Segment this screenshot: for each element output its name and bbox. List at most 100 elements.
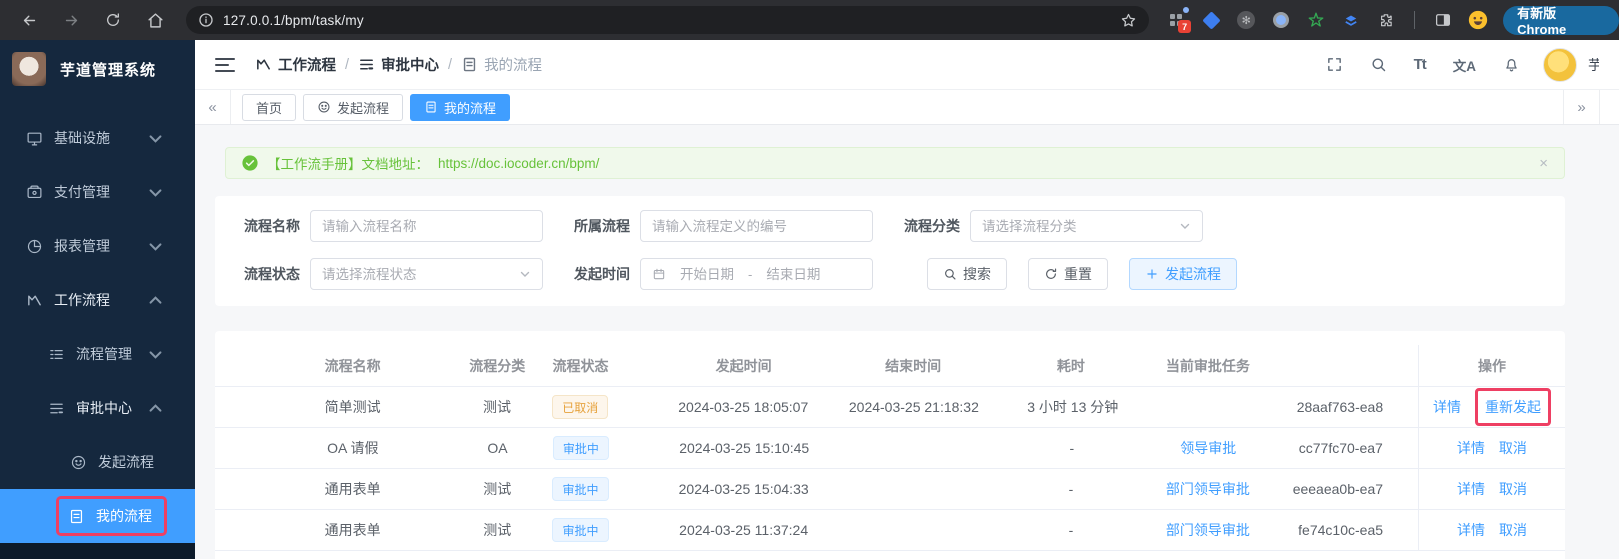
extension-pinwheel-icon[interactable]: ✻ (1235, 9, 1257, 31)
sidebar-item-workflow[interactable]: 工作流程 (0, 273, 195, 327)
cancel-link[interactable]: 取消 (1499, 520, 1527, 540)
current-task-link[interactable]: 部门领导审批 (1166, 520, 1250, 540)
start-date-input[interactable] (672, 266, 742, 282)
fullscreen-icon[interactable] (1326, 56, 1343, 73)
create-process-button[interactable]: 发起流程 (1129, 258, 1237, 290)
current-task-link[interactable]: 部门领导审批 (1166, 479, 1250, 499)
header-process-name: 流程名称 (324, 357, 381, 374)
cancel-link[interactable]: 取消 (1499, 479, 1527, 499)
cell-duration: - (1068, 522, 1074, 538)
process-category-label: 流程分类 (904, 218, 960, 234)
sidebar-item-start-process[interactable]: 发起流程 (0, 435, 195, 489)
extension-circle-icon[interactable] (1270, 9, 1292, 31)
home-icon[interactable] (138, 3, 172, 37)
font-size-icon[interactable]: Tt (1414, 56, 1427, 73)
cell-category: 测试 (483, 481, 512, 497)
close-icon[interactable]: × (1539, 155, 1548, 172)
site-info-icon[interactable] (198, 12, 214, 28)
workflow-icon (28, 295, 41, 305)
browser-toolbar: 127.0.0.1/bpm/task/my 7 ✻ 有新版 Chrome (0, 0, 1619, 40)
extension-layers-icon[interactable] (1340, 9, 1362, 31)
process-status-select[interactable] (310, 258, 543, 290)
alert-doc-link[interactable]: https://doc.iocoder.cn/bpm/ (438, 156, 599, 171)
tab-start-process[interactable]: 发起流程 (303, 93, 404, 121)
sidebar-item-process-management[interactable]: 流程管理 (0, 327, 195, 381)
alert-text: 【工作流手册】文档地址： (267, 157, 429, 172)
status-badge: 审批中 (552, 477, 609, 501)
breadcrumb-separator: / (448, 56, 453, 73)
smiley-icon (71, 455, 86, 469)
tab-home[interactable]: 首页 (242, 93, 297, 121)
cell-process-name: 简单测试 (324, 399, 381, 415)
search-button[interactable]: 搜索 (927, 258, 1007, 290)
app-title: 芋道管理系统 (60, 61, 157, 79)
detail-link[interactable]: 详情 (1457, 438, 1485, 458)
list-settings-icon (50, 349, 63, 359)
detail-link[interactable]: 详情 (1433, 397, 1461, 417)
breadcrumb: 工作流程 / 审批中心 / 我的流程 (255, 54, 542, 75)
process-definition-label: 所属流程 (574, 218, 630, 234)
reload-icon[interactable] (96, 3, 130, 37)
profile-emoji-icon[interactable] (1467, 9, 1489, 31)
document-icon (70, 509, 83, 523)
url-text[interactable]: 127.0.0.1/bpm/task/my (223, 13, 1111, 28)
date-separator: - (748, 266, 753, 282)
current-task-link[interactable]: 领导审批 (1180, 438, 1236, 458)
cell-category: OA (487, 440, 508, 456)
side-panel-icon[interactable] (1432, 9, 1454, 31)
doc-alert-banner: 【工作流手册】文档地址： https://doc.iocoder.cn/bpm/… (225, 147, 1565, 179)
end-date-input[interactable] (758, 266, 829, 282)
app-logo[interactable]: 芋道管理系统 (0, 40, 195, 98)
process-definition-input[interactable] (652, 218, 861, 234)
bookmark-star-icon[interactable] (1120, 12, 1137, 29)
header-status: 流程状态 (552, 357, 609, 374)
extension-kite-icon[interactable] (1200, 9, 1222, 31)
extension-star-icon[interactable] (1305, 9, 1327, 31)
cell-end-time: 2024-03-25 21:18:32 (848, 399, 979, 415)
translate-icon[interactable]: 文A (1453, 55, 1476, 75)
cell-start-time: 2024-03-25 11:37:24 (679, 522, 809, 538)
extensions-puzzle-icon[interactable] (1375, 9, 1397, 31)
tabs-scroll-left-icon[interactable]: « (195, 90, 231, 124)
username-text: 芋 (1588, 56, 1599, 73)
sidebar-menu: 基础设施 支付管理 报表管理 工作流程 流程管理 审批中心 发起流程 我的流程 (0, 111, 195, 543)
sidebar-item-report[interactable]: 报表管理 (0, 219, 195, 273)
tab-my-process[interactable]: 我的流程 (410, 93, 511, 121)
search-icon[interactable] (1370, 56, 1387, 73)
relaunch-link annotation-box[interactable]: 重新发起 (1475, 388, 1552, 426)
breadcrumb-approval-center[interactable]: 审批中心 (358, 54, 439, 75)
approval-stack-icon (360, 59, 374, 70)
process-category-select[interactable] (970, 210, 1203, 242)
extension-badge-icon[interactable]: 7 (1165, 7, 1192, 33)
cell-process-name: 通用表单 (324, 522, 381, 538)
process-table: 流程名称 流程分类 流程状态 发起时间 结束时间 耗时 当前审批任务 操作 简单… (215, 331, 1565, 559)
process-name-input[interactable] (322, 218, 531, 234)
tabs-more-button[interactable] (1599, 90, 1619, 124)
collapse-menu-icon[interactable] (215, 57, 235, 72)
breadcrumb-workflow[interactable]: 工作流程 (255, 54, 336, 75)
detail-link[interactable]: 详情 (1457, 479, 1485, 499)
detail-link[interactable]: 详情 (1457, 520, 1485, 540)
sidebar-item-my-process[interactable]: 我的流程 (0, 489, 195, 543)
process-name-label: 流程名称 (244, 218, 300, 234)
tabs-scroll-right-icon[interactable]: » (1563, 90, 1599, 124)
chrome-update-button[interactable]: 有新版 Chrome (1503, 5, 1619, 37)
cancel-link[interactable]: 取消 (1499, 438, 1527, 458)
process-status-label: 流程状态 (244, 266, 300, 282)
cell-category: 测试 (483, 399, 511, 415)
table-row: OA 请假 OA 审批中 2024-03-25 15:10:45 - 领导审批 … (215, 428, 1565, 469)
sidebar-item-infrastructure[interactable]: 基础设施 (0, 111, 195, 165)
address-bar[interactable]: 127.0.0.1/bpm/task/my (186, 6, 1150, 34)
sidebar-item-payment[interactable]: 支付管理 (0, 165, 195, 219)
notification-bell-icon[interactable] (1503, 56, 1520, 73)
forward-icon[interactable] (54, 3, 88, 37)
magnifier-icon (945, 269, 956, 280)
header-actions: 操作 (1418, 345, 1565, 386)
table-header-row: 流程名称 流程分类 流程状态 发起时间 结束时间 耗时 当前审批任务 操作 (215, 345, 1565, 387)
date-range-picker[interactable]: - (640, 258, 873, 290)
payment-icon (27, 185, 42, 198)
sidebar-item-approval-center[interactable]: 审批中心 (0, 381, 195, 435)
reset-button[interactable]: 重置 (1028, 258, 1108, 290)
user-avatar[interactable] (1543, 47, 1577, 82)
back-icon[interactable] (12, 3, 46, 37)
